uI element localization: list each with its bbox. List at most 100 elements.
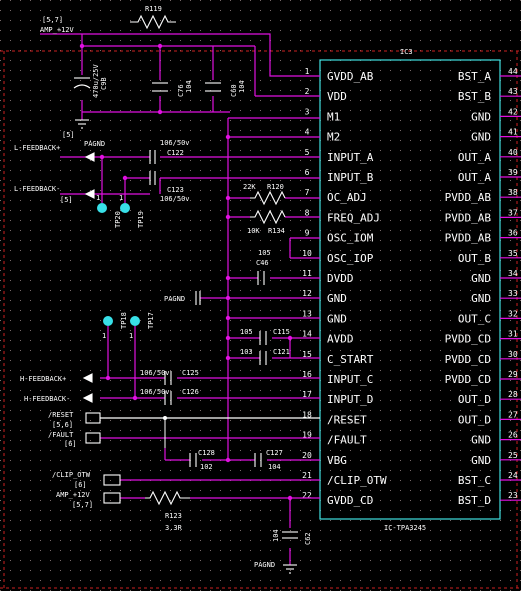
ic-pin-name: PVDD_CD: [445, 373, 491, 386]
ic-pin-name: GND: [471, 272, 491, 285]
ic-pin-name: /FAULT: [327, 434, 367, 447]
ic-pin-number: 25: [508, 451, 518, 460]
ic-pin-number: 30: [508, 350, 518, 359]
ic-pin-name: VDD: [327, 90, 347, 103]
schematic-canvas: IC3 IC-TPA3245 1 GVDD_AB 2 VDD 3 M1 4 M2 5 INPUT_…: [0, 0, 521, 591]
ic-pin-number: 3: [305, 107, 310, 116]
h-feedback-plus: H-FEEDBACK+: [20, 375, 66, 383]
c125-label: C125: [182, 369, 199, 377]
amp12-top-label: AMP_+12V: [40, 26, 75, 34]
ic-pin-name: INPUT_C: [327, 373, 373, 386]
ic-pin-number: 14: [302, 330, 312, 339]
c127-label: C127: [266, 449, 283, 457]
tp20-marker: [97, 203, 107, 213]
c128-value: 102: [200, 463, 213, 471]
c115-value: 105: [240, 328, 253, 336]
r120-value: 22K: [243, 183, 256, 191]
c76-value: 104: [185, 80, 193, 93]
ic-pin-number: 34: [508, 269, 518, 278]
r134-label: R134: [268, 227, 285, 235]
ic-pin-number: 44: [508, 67, 518, 76]
ic-pin-name: VBG: [327, 454, 347, 467]
c123-label: C123: [167, 186, 184, 194]
ic-pin-number: 11: [302, 269, 312, 278]
amp12-bot-label: AMP_+12V: [56, 491, 91, 499]
ic-pin-name: INPUT_A: [327, 151, 374, 164]
c122-label: C122: [167, 149, 184, 157]
r134-value: 10K: [247, 227, 260, 235]
ic-pin-name: GND: [471, 110, 491, 123]
ic-pin-number: 36: [508, 229, 518, 238]
ic-pin-name: OC_ADJ: [327, 191, 367, 204]
ic-pin-name: OUT_B: [458, 252, 491, 265]
c-bulk-val: 470u/25V: [92, 63, 100, 98]
clip-ref: [6]: [74, 481, 87, 489]
tp20-label: TP20: [114, 211, 122, 228]
c128-label: C128: [198, 449, 215, 457]
ic-pin-number: 1: [305, 67, 310, 76]
ic-pin-number: 43: [508, 87, 518, 96]
r119-label: R119: [145, 5, 162, 13]
c46-value: 105: [258, 249, 271, 257]
ic-pin-number: 39: [508, 168, 518, 177]
ic-pin-name: BST_C: [458, 474, 491, 487]
tp19-label: TP19: [137, 211, 145, 228]
ic-pin-name: OSC_IOP: [327, 252, 374, 265]
ic-pin-name: INPUT_B: [327, 171, 374, 184]
ic-pin-number: 6: [305, 168, 310, 177]
schematic-svg: IC3 IC-TPA3245 1 GVDD_AB 2 VDD 3 M1 4 M2 5 INPUT_…: [0, 0, 521, 591]
ic-pin-number: 31: [508, 330, 518, 339]
ic-pin-name: PVDD_CD: [445, 353, 491, 366]
c115-label: C115: [273, 328, 290, 336]
c121-value: 103: [240, 348, 253, 356]
fault-ref: [6]: [64, 440, 77, 448]
c123-value: 106/50v: [160, 195, 190, 203]
ic-part: IC-TPA3245: [384, 524, 426, 532]
ic-pin-name: GND: [471, 434, 491, 447]
ic-pin-name: GND: [471, 131, 491, 144]
c60-value: 104: [238, 80, 246, 93]
ic-pin-name: AVDD: [327, 333, 354, 346]
fault-label: /FAULT: [48, 431, 74, 439]
tp18-pin: 1: [102, 332, 106, 340]
c127-value: 104: [268, 463, 281, 471]
ic-pin-number: 27: [508, 410, 518, 419]
ic-pin-number: 4: [305, 128, 310, 137]
ic-pin-number: 21: [302, 471, 312, 480]
ic-pin-name: BST_A: [458, 70, 491, 83]
ic-pin-name: BST_D: [458, 494, 491, 507]
c122-value: 106/50v: [160, 139, 190, 147]
ic-pin-number: 5: [305, 148, 310, 157]
pagnd-top: PAGND: [84, 140, 105, 148]
ic-pin-number: 42: [508, 107, 518, 116]
ic-pin-number: 12: [302, 289, 312, 298]
l-fb-ref-a: [5]: [62, 131, 75, 139]
c121-label: C121: [273, 348, 290, 356]
tp18-marker: [103, 316, 113, 326]
ic-pin-name: M2: [327, 131, 340, 144]
ic-ref: IC3: [400, 48, 413, 56]
ic-pin-name: OSC_IOM: [327, 232, 374, 245]
tp19-pin: 1: [119, 194, 123, 202]
c46-label: C46: [256, 259, 269, 267]
reset-label: /RESET: [48, 411, 74, 419]
amp12-bot-ref: [5,7]: [72, 501, 93, 509]
ic-pin-name: OUT_A: [458, 151, 491, 164]
ic-pin-number: 26: [508, 431, 518, 440]
ic-pin-number: 29: [508, 370, 518, 379]
l-feedback-plus: L-FEEDBACK+: [14, 144, 60, 152]
ic-pin-number: 41: [508, 128, 518, 137]
ic-pin-name: INPUT_D: [327, 393, 373, 406]
c60-label: C60: [230, 84, 238, 97]
ic-pin-name: OUT_D: [458, 413, 491, 426]
ic-pin-name: /RESET: [327, 413, 367, 426]
ic-pin-number: 37: [508, 208, 518, 217]
ic-pin-name: PVDD_CD: [445, 333, 491, 346]
r120-label: R120: [267, 183, 284, 191]
ic-pin-number: 38: [508, 188, 518, 197]
ic-pin-number: 22: [302, 491, 312, 500]
ic-pin-name: FREQ_ADJ: [327, 211, 380, 224]
c76-label: C76: [177, 84, 185, 97]
ic-pin-name: GVDD_CD: [327, 494, 373, 507]
amp12-top-ref: [5,7]: [42, 16, 63, 24]
